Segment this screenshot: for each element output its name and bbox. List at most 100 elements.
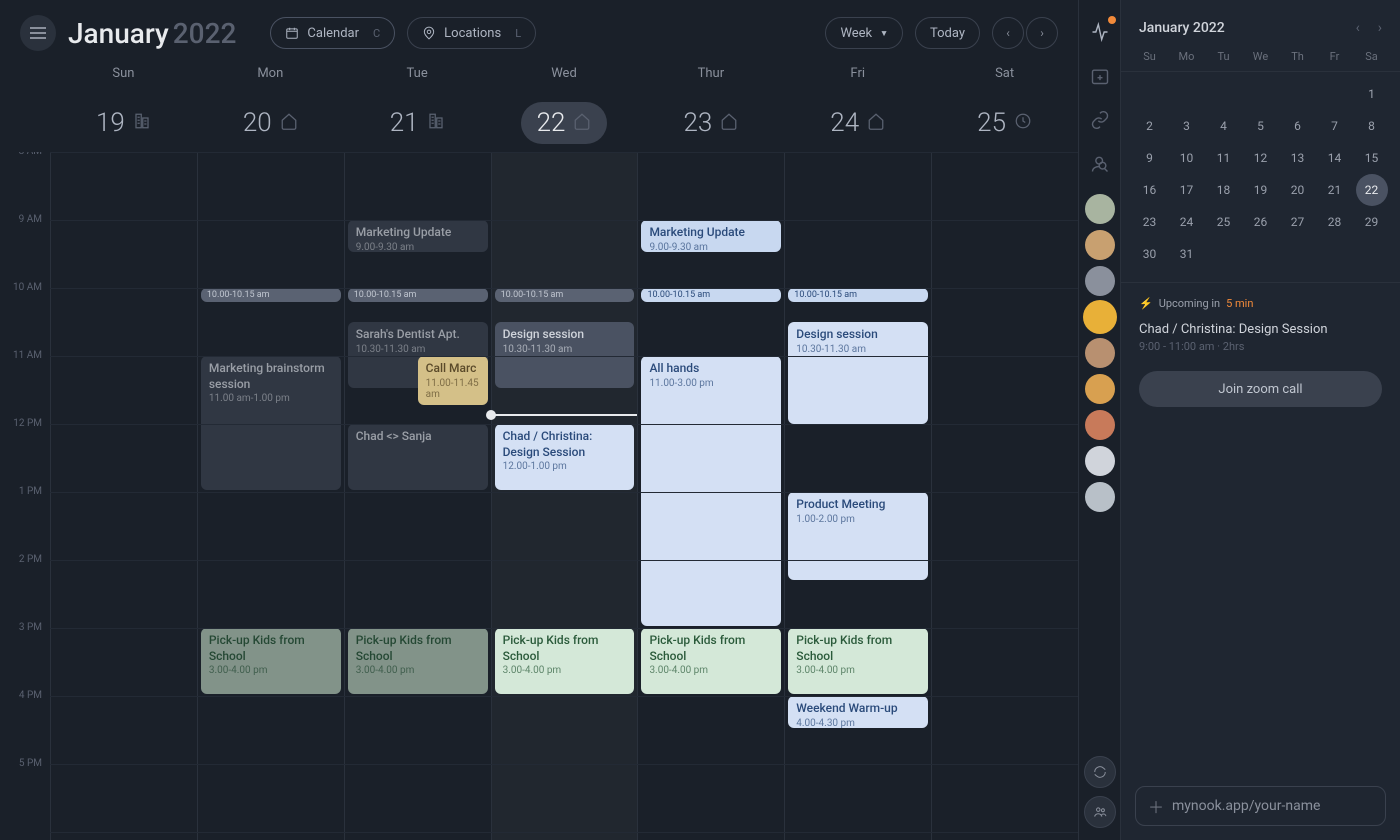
mini-cal-day[interactable]: 22 [1356,174,1388,206]
mini-cal-day[interactable]: 17 [1168,174,1205,206]
calendar-event[interactable]: Pick-up Kids from School3.00-4.00 pm [201,628,341,694]
day-header: Sun [50,66,197,94]
mini-cal-day[interactable]: 4 [1205,110,1242,142]
mini-cal-day[interactable]: 15 [1353,142,1390,174]
team-avatar[interactable] [1085,230,1115,260]
mini-cal-day[interactable]: 13 [1279,142,1316,174]
date-cell[interactable]: 22 [491,102,638,144]
calendar-event[interactable]: Chad <> Sanja [348,424,488,490]
mini-cal-day[interactable]: 27 [1279,206,1316,238]
calendar-event[interactable]: Chad / Christina: Design Session12.00-1.… [495,424,635,490]
calendar-event[interactable]: Product Meeting1.00-2.00 pm [788,492,928,580]
mini-cal-day[interactable]: 1 [1353,78,1390,110]
team-avatar[interactable] [1085,338,1115,368]
mini-cal-day[interactable]: 20 [1279,174,1316,206]
calendar-tab[interactable]: Calendar C [270,17,395,49]
team-avatar[interactable] [1085,446,1115,476]
date-cell[interactable]: 21 [344,108,491,138]
calendar-event[interactable]: Design session10.30-11.30 am [495,322,635,388]
mini-cal-day[interactable]: 2 [1131,110,1168,142]
mini-cal-day[interactable]: 12 [1242,142,1279,174]
team-avatar[interactable] [1085,302,1115,332]
team-avatar[interactable] [1085,266,1115,296]
mini-cal-day[interactable]: 14 [1316,142,1353,174]
calendar-event[interactable]: Pick-up Kids from School3.00-4.00 pm [641,628,781,694]
calendar-event[interactable]: 10.00-10.15 am [788,288,928,302]
date-cell[interactable]: 19 [50,108,197,138]
calendar-event[interactable]: Pick-up Kids from School3.00-4.00 pm [495,628,635,694]
menu-button[interactable] [20,15,56,51]
day-column[interactable]: 10.00-10.15 am Design session10.30-11.30 … [784,152,931,840]
calendar-event[interactable]: Marketing brainstorm session11.00 am-1.0… [201,356,341,490]
activity-icon[interactable] [1086,18,1114,46]
team-avatar[interactable] [1085,482,1115,512]
refresh-icon[interactable] [1084,756,1116,788]
mini-cal-day[interactable]: 26 [1242,206,1279,238]
calendar-event[interactable]: 10.00-10.15 am [641,288,781,302]
team-avatar[interactable] [1085,194,1115,224]
mini-cal-day[interactable]: 30 [1131,238,1168,270]
calendar-event[interactable]: Design session10.30-11.30 am [788,322,928,424]
team-avatar[interactable] [1085,374,1115,404]
add-calendar-icon[interactable] [1086,62,1114,90]
calendar-event[interactable]: 10.00-10.15 am [348,288,488,302]
date-number: 22 [537,108,566,138]
event-time: 3.00-4.00 pm [209,665,333,676]
prev-button[interactable]: ‹ [992,17,1024,49]
calendar-event[interactable]: Weekend Warm-up4.00-4.30 pm [788,696,928,728]
calendar-event[interactable]: All hands11.00-3.00 pm [641,356,781,626]
link-icon[interactable] [1086,106,1114,134]
date-cell[interactable]: 23 [637,108,784,138]
user-search-icon[interactable] [1086,150,1114,178]
mini-cal-day[interactable]: 19 [1242,174,1279,206]
date-cell[interactable]: 25 [931,108,1078,138]
mini-cal-day[interactable]: 18 [1205,174,1242,206]
upcoming-event-title: Chad / Christina: Design Session [1139,322,1382,337]
date-cell[interactable]: 24 [784,108,931,138]
mini-dow: Th [1281,50,1315,63]
calendar-icon [285,26,299,40]
mini-cal-day[interactable]: 28 [1316,206,1353,238]
mini-cal-day[interactable]: 24 [1168,206,1205,238]
day-column[interactable]: Marketing brainstorm session11.00 am-1.0… [197,152,344,840]
mini-cal-title: January 2022 [1139,20,1225,36]
mini-cal-day[interactable]: 25 [1205,206,1242,238]
day-column[interactable]: Marketing Update9.00-9.30 am 10.00-10.15 … [344,152,491,840]
mini-cal-day[interactable]: 21 [1316,174,1353,206]
mini-cal-day[interactable]: 5 [1242,110,1279,142]
share-link-card[interactable]: ＋ mynook.app/your-name [1135,786,1386,826]
mini-cal-day[interactable]: 9 [1131,142,1168,174]
day-column[interactable]: 10.00-10.15 am Design session10.30-11.30 … [491,152,638,840]
mini-cal-day[interactable]: 23 [1131,206,1168,238]
mini-cal-day[interactable]: 8 [1353,110,1390,142]
calendar-event[interactable]: Pick-up Kids from School3.00-4.00 pm [788,628,928,694]
mini-cal-day[interactable]: 7 [1316,110,1353,142]
day-column[interactable] [931,152,1078,840]
date-cell[interactable]: 20 [197,108,344,138]
day-column[interactable]: Marketing Update9.00-9.30 am 10.00-10.15 … [637,152,784,840]
today-button[interactable]: Today [915,17,980,49]
mini-cal-day[interactable]: 10 [1168,142,1205,174]
mini-cal-day[interactable]: 11 [1205,142,1242,174]
mini-cal-day[interactable]: 3 [1168,110,1205,142]
mini-prev-button[interactable]: ‹ [1356,20,1360,36]
locations-tab[interactable]: Locations L [407,17,536,49]
hour-label: 1 PM [0,486,50,554]
calendar-event[interactable]: Marketing Update9.00-9.30 am [641,220,781,252]
view-selector[interactable]: Week ▾ [825,17,903,49]
next-button[interactable]: › [1026,17,1058,49]
mini-cal-day[interactable]: 31 [1168,238,1205,270]
mini-cal-day[interactable]: 16 [1131,174,1168,206]
people-icon[interactable] [1084,796,1116,828]
mini-cal-day[interactable]: 6 [1279,110,1316,142]
day-column[interactable] [50,152,197,840]
calendar-event[interactable]: Call Marc11.00-11.45 am [418,356,488,405]
mini-next-button[interactable]: › [1378,20,1382,36]
calendar-event[interactable]: 10.00-10.15 am [201,288,341,302]
mini-cal-day[interactable]: 29 [1353,206,1390,238]
calendar-event[interactable]: Pick-up Kids from School3.00-4.00 pm [348,628,488,694]
calendar-event[interactable]: Marketing Update9.00-9.30 am [348,220,488,252]
calendar-event[interactable]: 10.00-10.15 am [495,288,635,302]
team-avatar[interactable] [1085,410,1115,440]
join-call-button[interactable]: Join zoom call [1139,371,1382,407]
